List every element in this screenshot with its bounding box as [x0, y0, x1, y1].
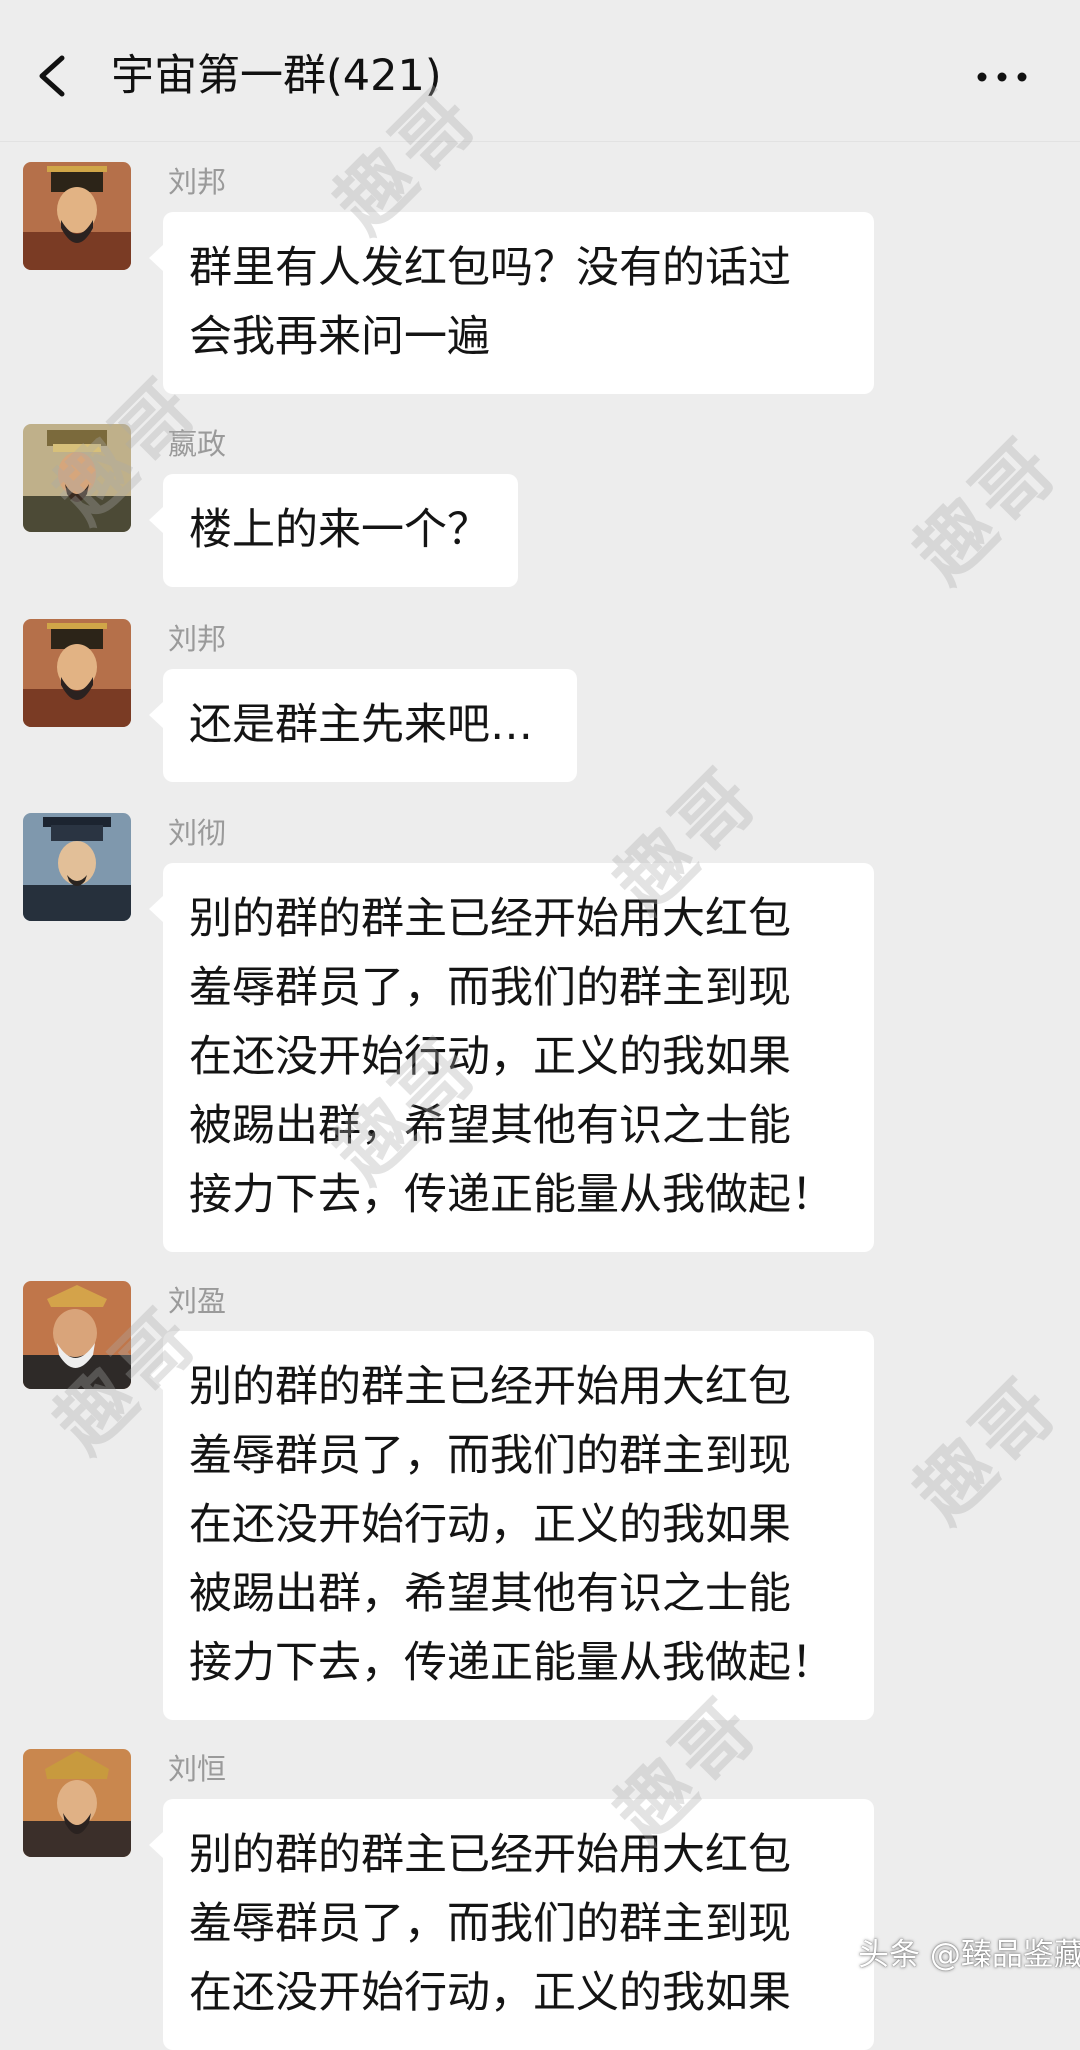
sender-name: 刘邦 [168, 622, 227, 656]
message-text: 接力下去，传递正能量从我做起！ [189, 1638, 834, 1688]
emperor-portrait-icon [23, 619, 131, 727]
message-text: 接力下去，传递正能量从我做起！ [189, 1170, 834, 1220]
back-button[interactable] [22, 38, 84, 114]
sender-name: 刘邦 [168, 165, 227, 199]
message-bubble[interactable]: 还是群主先来吧… [149, 669, 577, 782]
chat-title: 宇宙第一群(421) [111, 51, 442, 101]
sender-name: 嬴政 [168, 427, 227, 461]
message-bubble[interactable]: 群里有人发红包吗？没有的话过 会我再来问一遍 [149, 212, 874, 394]
emperor-portrait-icon [23, 813, 131, 921]
message-text: 别的群的群主已经开始用大红包 [189, 1362, 791, 1412]
message-text: 在还没开始行动，正义的我如果 [189, 1500, 791, 1550]
message-text: 别的群的群主已经开始用大红包 [189, 894, 791, 944]
emperor-portrait-icon [23, 162, 131, 270]
message-text: 羞辱群员了，而我们的群主到现 [189, 1431, 791, 1481]
more-dots-icon [977, 72, 1027, 82]
message-bubble[interactable]: 别的群的群主已经开始用大红包 羞辱群员了，而我们的群主到现 在还没开始行动，正义… [149, 1799, 874, 2050]
message-text: 在还没开始行动，正义的我如果 [189, 1032, 791, 1082]
message-text: 羞辱群员了，而我们的群主到现 [189, 1899, 791, 1949]
message-bubble[interactable]: 楼上的来一个？ [149, 474, 518, 587]
message-text: 还是群主先来吧… [189, 700, 533, 750]
avatar[interactable] [23, 424, 131, 532]
avatar[interactable] [23, 162, 131, 270]
avatar[interactable] [23, 813, 131, 921]
more-button[interactable] [970, 52, 1034, 102]
message-bubble[interactable]: 别的群的群主已经开始用大红包 羞辱群员了，而我们的群主到现 在还没开始行动，正义… [149, 863, 874, 1252]
message-text: 楼上的来一个？ [189, 505, 490, 555]
message-text: 被踢出群，希望其他有识之士能 [189, 1569, 791, 1619]
emperor-portrait-icon [23, 1281, 131, 1389]
message-text: 羞辱群员了，而我们的群主到现 [189, 963, 791, 1013]
avatar[interactable] [23, 1281, 131, 1389]
emperor-portrait-icon [23, 1749, 131, 1857]
watermark-text: 趣哥 [897, 420, 1077, 600]
message-text: 别的群的群主已经开始用大红包 [189, 1830, 791, 1880]
sender-name: 刘彻 [168, 816, 227, 850]
message-text: 在还没开始行动，正义的我如果 [189, 1968, 791, 2018]
avatar[interactable] [23, 1749, 131, 1857]
chevron-left-icon [39, 55, 65, 97]
message-bubble[interactable]: 别的群的群主已经开始用大红包 羞辱群员了，而我们的群主到现 在还没开始行动，正义… [149, 1331, 874, 1720]
chat-header: 宇宙第一群(421) [0, 0, 1080, 142]
corner-watermark: 头条 @臻品鉴藏 [858, 1937, 1080, 1973]
message-text: 被踢出群，希望其他有识之士能 [189, 1101, 791, 1151]
sender-name: 刘盈 [168, 1284, 227, 1318]
avatar[interactable] [23, 619, 131, 727]
sender-name: 刘恒 [168, 1752, 227, 1786]
emperor-portrait-icon [23, 424, 131, 532]
message-text: 群里有人发红包吗？没有的话过 [189, 243, 791, 293]
watermark-text: 趣哥 [897, 1360, 1077, 1540]
message-text: 会我再来问一遍 [189, 312, 490, 362]
